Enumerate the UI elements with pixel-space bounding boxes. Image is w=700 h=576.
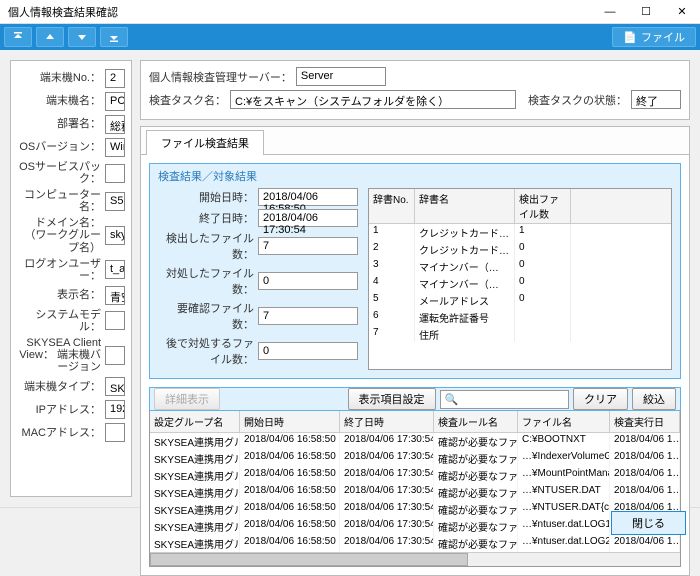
summary-panel: 検査結果／対象結果 開始日時：2018/04/06 16:58:50終了日時：2… <box>149 163 681 379</box>
field-value-domain: sky.local <box>105 226 125 245</box>
field-label-mac: MACアドレス： <box>17 427 105 439</box>
search-icon: 🔍 <box>445 393 459 406</box>
summary-value-detected: 7 <box>258 237 358 255</box>
dict-row[interactable]: 4マイナンバー（…0 <box>369 275 671 292</box>
dict-row[interactable]: 6運転免許証番号 <box>369 309 671 326</box>
field-value-logon_user: t_aozora <box>105 260 125 279</box>
field-value-system_model <box>105 311 125 330</box>
search-input[interactable]: 🔍 <box>440 390 570 409</box>
col-group[interactable]: 設定グループ名 <box>150 411 240 432</box>
field-value-display_name: 青空 太郎 <box>105 286 125 305</box>
field-value-computer_name: S59011184 <box>105 192 125 211</box>
table-row[interactable]: SKYSEA連携用グル…2018/04/06 16:58:502018/04/0… <box>150 467 680 484</box>
server-label: 個人情報検査管理サーバー： <box>149 69 292 85</box>
tab-file-results[interactable]: ファイル検査結果 <box>146 130 264 155</box>
minimize-button[interactable]: ― <box>592 0 628 24</box>
file-icon: 📄 <box>623 31 637 44</box>
dictionary-table[interactable]: 辞書No. 辞書名 検出ファイル数 1クレジットカード…12クレジットカード…0… <box>368 188 672 370</box>
task-value: C:¥をスキャン（システムフォルダを除く） <box>230 90 516 109</box>
dict-row[interactable]: 2クレジットカード…0 <box>369 241 671 258</box>
field-label-system_model: システムモデル： <box>17 309 105 333</box>
close-button[interactable]: 閉じる <box>611 511 686 535</box>
column-settings-button[interactable]: 表示項目設定 <box>348 388 436 410</box>
close-window-button[interactable]: ✕ <box>664 0 700 24</box>
field-label-os_ver: OSバージョン： <box>17 141 105 153</box>
field-label-computer_name: コンピューター名： <box>17 189 105 213</box>
field-value-dept: 総務部 <box>105 115 125 134</box>
window-title: 個人情報検査結果確認 <box>8 4 592 20</box>
field-value-skysea_cv <box>105 346 125 365</box>
maximize-button[interactable]: ☐ <box>628 0 664 24</box>
nav-prev-button[interactable] <box>36 27 64 47</box>
field-label-dept: 部署名： <box>17 118 105 130</box>
terminal-info-panel: 端末機No.：2端末機名：PC0001部署名：総務部OSバージョン：Window… <box>10 60 132 497</box>
task-info-panel: 個人情報検査管理サーバー： Server 検査タスク名： C:¥をスキャン（シス… <box>140 60 690 120</box>
field-label-os_sp: OSサービスパック： <box>17 161 105 185</box>
field-label-terminal_name: 端末機名： <box>17 95 105 107</box>
file-menu-button[interactable]: 📄 ファイル <box>612 27 696 47</box>
table-row[interactable]: SKYSEA連携用グル…2018/04/06 16:58:502018/04/0… <box>150 450 680 467</box>
task-label: 検査タスク名： <box>149 92 226 108</box>
summary-label-detected: 検出したファイル数： <box>158 230 258 262</box>
field-value-ip: 192.168.0.14 <box>105 400 125 419</box>
summary-label-remaining: 後で対処するファイル数： <box>158 335 258 367</box>
summary-label-start: 開始日時： <box>158 189 258 205</box>
dict-row[interactable]: 5メールアドレス0 <box>369 292 671 309</box>
table-row[interactable]: SKYSEA連携用グル…2018/04/06 16:58:502018/04/0… <box>150 535 680 552</box>
table-row[interactable]: SKYSEA連携用グル…2018/04/06 16:58:502018/04/0… <box>150 501 680 518</box>
summary-title: 検査結果／対象結果 <box>158 168 672 184</box>
summary-label-end: 終了日時： <box>158 210 258 226</box>
table-row[interactable]: SKYSEA連携用グル…2018/04/06 16:58:502018/04/0… <box>150 484 680 501</box>
field-label-domain: ドメイン名： （ワークグループ名） <box>17 217 105 253</box>
dict-header-name[interactable]: 辞書名 <box>415 189 515 223</box>
nav-first-button[interactable] <box>4 27 32 47</box>
nav-next-button[interactable] <box>68 27 96 47</box>
col-file[interactable]: ファイル名 <box>518 411 610 432</box>
results-table[interactable]: 設定グループ名 開始日時 終了日時 検査ルール名 ファイル名 検査実行日 SKY… <box>149 411 681 567</box>
summary-value-remaining: 0 <box>258 342 358 360</box>
col-end[interactable]: 終了日時 <box>340 411 434 432</box>
field-value-mac <box>105 423 125 442</box>
status-label: 検査タスクの状態： <box>528 92 627 108</box>
status-value: 終了 <box>631 90 681 109</box>
col-date[interactable]: 検査実行日 <box>610 411 680 432</box>
col-rule[interactable]: 検査ルール名 <box>434 411 518 432</box>
summary-label-need_confirm: 要確認ファイル数： <box>158 300 258 332</box>
dict-header-count[interactable]: 検出ファイル数 <box>515 189 571 223</box>
clear-button[interactable]: クリア <box>573 388 628 410</box>
field-value-terminal_type: SKYSEA端末機(Windows)/管理機 <box>105 377 125 396</box>
field-value-terminal_name: PC0001 <box>105 92 125 111</box>
horizontal-scrollbar[interactable] <box>150 552 680 566</box>
dict-header-no[interactable]: 辞書No. <box>369 189 415 223</box>
server-value: Server <box>296 67 386 86</box>
field-label-ip: IPアドレス： <box>17 404 105 416</box>
table-row[interactable]: SKYSEA連携用グル…2018/04/06 16:58:502018/04/0… <box>150 433 680 450</box>
summary-label-addressed: 対処したファイル数： <box>158 265 258 297</box>
table-row[interactable]: SKYSEA連携用グル…2018/04/06 16:58:502018/04/0… <box>150 518 680 535</box>
field-label-terminal_no: 端末機No.： <box>17 72 105 84</box>
field-value-terminal_no: 2 <box>105 69 125 88</box>
col-start[interactable]: 開始日時 <box>240 411 340 432</box>
summary-value-end: 2018/04/06 17:30:54 <box>258 209 358 227</box>
dict-row[interactable]: 3マイナンバー（…0 <box>369 258 671 275</box>
field-label-terminal_type: 端末機タイプ： <box>17 381 105 393</box>
dict-row[interactable]: 1クレジットカード…1 <box>369 224 671 241</box>
dict-row[interactable]: 7住所 <box>369 326 671 342</box>
field-value-os_sp <box>105 164 125 183</box>
detail-view-button[interactable]: 詳細表示 <box>154 388 220 410</box>
summary-value-need_confirm: 7 <box>258 307 358 325</box>
nav-last-button[interactable] <box>100 27 128 47</box>
field-label-logon_user: ログオンユーザー： <box>17 258 105 282</box>
summary-value-start: 2018/04/06 16:58:50 <box>258 188 358 206</box>
field-label-display_name: 表示名： <box>17 289 105 301</box>
summary-value-addressed: 0 <box>258 272 358 290</box>
field-value-os_ver: Windows 10 Pro <box>105 138 125 157</box>
field-label-skysea_cv: SKYSEA Client View： 端末機バージョン <box>17 337 105 373</box>
filter-button[interactable]: 絞込 <box>632 388 676 410</box>
file-menu-label: ファイル <box>641 29 685 45</box>
